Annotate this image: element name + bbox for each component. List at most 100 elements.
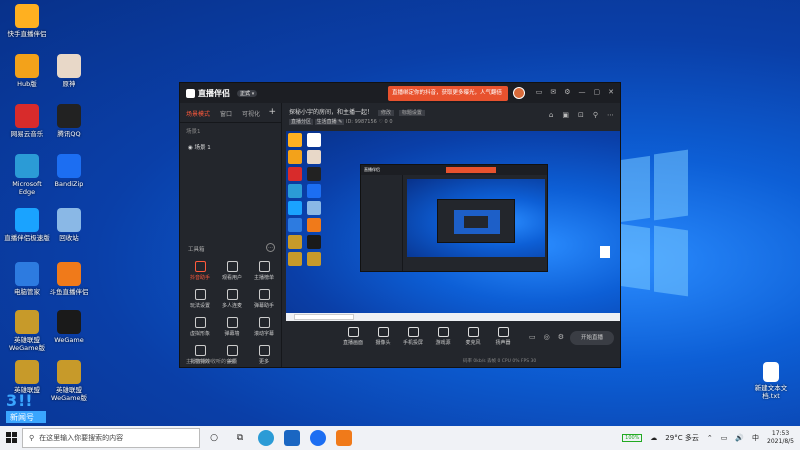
source-button[interactable]: 麦克风 — [463, 327, 483, 346]
live-settings-icon[interactable]: ⚙ — [558, 333, 564, 341]
task-view-icon[interactable]: ⧉ — [232, 430, 248, 446]
desktop-icon[interactable]: 直播伴侣极速版 — [4, 208, 50, 242]
home-icon[interactable]: ⌂ — [549, 111, 553, 119]
desktop-icon[interactable]: Microsoft Edge — [4, 154, 50, 196]
tool-label: 虚拟形象 — [189, 331, 210, 337]
desktop-icon[interactable]: 快手直播伴侣 — [4, 4, 50, 38]
desktop-icon[interactable]: 电脑管家 — [4, 262, 50, 296]
category-chip[interactable]: 直播分区 — [289, 119, 314, 125]
minimize-button[interactable]: — — [579, 88, 586, 96]
source-label: 直播画面 — [343, 340, 364, 346]
tab-scene[interactable]: 场景模式 — [186, 109, 210, 118]
clock[interactable]: 17:53 2021/8/5 — [767, 430, 794, 446]
screen-mode-icon[interactable]: ▭ — [529, 333, 536, 341]
source-button[interactable]: 游戏源 — [433, 327, 453, 346]
source-bar: 直播画面 摄像头 手机投屏 游戏源 麦克风 扬声器 ▭ ◎ ⚙ 开始直播 — [283, 323, 620, 359]
fans-count: ♡ 0 — [378, 119, 388, 125]
tool-item[interactable]: 弹幕墙 — [216, 317, 248, 337]
version-dropdown[interactable]: 正式 ▾ — [237, 89, 258, 97]
tool-item[interactable]: 观看用户 — [216, 261, 248, 281]
desktop-icon[interactable]: 斗鱼直播伴侣 — [46, 262, 92, 296]
app-taskbar-icon[interactable] — [310, 430, 326, 446]
tool-icon — [194, 289, 206, 300]
tray-chevron-icon[interactable]: ⌃ — [707, 434, 713, 442]
edit-title-button[interactable]: 修改 — [377, 110, 394, 116]
settings-icon[interactable]: ⚙ — [564, 88, 570, 96]
app-icon — [57, 310, 81, 334]
source-button[interactable]: 摄像头 — [373, 327, 393, 346]
preview-taskbar — [286, 313, 620, 321]
tool-item[interactable]: 抖音助手 — [184, 261, 216, 281]
desktop-icon[interactable]: 英雄联盟WeGame版 — [46, 360, 92, 402]
tool-item[interactable]: 更多 — [248, 345, 280, 365]
tool-item[interactable]: 滚动字幕 — [248, 317, 280, 337]
more-icon[interactable]: ⋯ — [607, 111, 614, 119]
app-icon — [15, 360, 39, 384]
preview-file-icon — [600, 246, 610, 258]
ime-indicator[interactable]: 中 — [752, 433, 759, 443]
live-companion-taskbar-icon[interactable] — [336, 430, 352, 446]
toolbox-more-icon[interactable]: … — [266, 243, 275, 252]
desktop-icon[interactable]: BandiZip — [46, 154, 92, 188]
layout-icon[interactable]: ▣ — [562, 111, 569, 119]
promo-banner[interactable]: 直播绑定你的抖音，获取更多曝光，人气翻倍 — [388, 86, 508, 101]
title-settings-button[interactable]: 标题设置 — [398, 110, 425, 116]
scene-item[interactable]: ◉ 场景 1 — [184, 141, 277, 153]
room-id: ID: 9987156 — [345, 119, 377, 125]
close-button[interactable]: ✕ — [608, 88, 614, 96]
desktop-icon[interactable]: 腾讯QQ — [46, 104, 92, 138]
camera-icon — [377, 327, 389, 337]
live-preview-canvas[interactable]: 直播伴侣 — [286, 131, 620, 321]
desktop-icon[interactable]: 原神 — [46, 54, 92, 88]
desktop-icon[interactable]: 网易云音乐 — [4, 104, 50, 138]
desktop-icon[interactable]: 英雄联盟 — [4, 360, 50, 394]
speaker-icon — [497, 327, 509, 337]
desktop-icon[interactable]: 回收站 — [46, 208, 92, 242]
tray-display-icon[interactable]: ▭ — [721, 434, 728, 442]
cortana-icon[interactable]: ○ — [206, 430, 222, 446]
weather-widget[interactable]: 29°C 多云 — [665, 433, 699, 443]
start-live-button[interactable]: 开始直播 — [570, 331, 614, 345]
desktop-file-text[interactable]: 新建文本文档.txt — [748, 362, 794, 400]
tool-item[interactable]: 主播榜单 — [248, 261, 280, 281]
search-icon[interactable]: ⚲ — [593, 111, 598, 119]
toolbox-header: 工具箱 — [188, 247, 205, 253]
capture-icon[interactable]: ⊡ — [578, 111, 584, 119]
toolbox-grid: 抖音助手 观看用户 主播榜单 玩法设置 多人连麦 弹幕助手 虚拟形象 弹幕墙 滚动字幕 礼物特效美… — [184, 261, 280, 365]
desktop-icon-label: Hub版 — [17, 80, 37, 88]
app-icon — [15, 154, 39, 178]
desktop-icon[interactable]: WeGame — [46, 310, 92, 344]
desktop-icon-label: 英雄联盟WeGame版 — [9, 336, 45, 352]
screen-icon[interactable]: ▭ — [536, 88, 543, 96]
record-icon[interactable]: ◎ — [544, 333, 550, 341]
message-icon[interactable]: ✉ — [550, 88, 556, 96]
volume-icon[interactable]: 🔊 — [735, 434, 744, 442]
source-button[interactable]: 手机投屏 — [403, 327, 423, 346]
tool-item[interactable]: 多人连麦 — [216, 289, 248, 309]
add-scene-button[interactable]: + — [268, 107, 276, 117]
battery-indicator[interactable]: 100% — [622, 434, 643, 442]
taskbar-search[interactable]: ⚲ 在这里输入你要搜索的内容 — [22, 428, 200, 448]
tray-network-icon[interactable]: ☁ — [650, 434, 657, 442]
desktop-icon-label: 腾讯QQ — [57, 130, 81, 138]
edge-taskbar-icon[interactable] — [258, 430, 274, 446]
maximize-button[interactable]: ▢ — [594, 88, 601, 96]
tool-icon — [226, 345, 238, 356]
tool-item[interactable]: 虚拟形象 — [184, 317, 216, 337]
desktop-icon[interactable]: Hub版 — [4, 54, 50, 88]
user-avatar[interactable] — [513, 87, 525, 99]
start-button[interactable] — [6, 432, 18, 444]
scene-capture-icon — [347, 327, 359, 337]
tool-item[interactable]: 弹幕助手 — [248, 289, 280, 309]
svg-text:!!: !! — [18, 391, 33, 410]
tab-visual[interactable]: 可视化 — [242, 109, 260, 118]
source-button[interactable]: 直播画面 — [343, 327, 363, 346]
desktop-icon-label: 回收站 — [59, 234, 79, 242]
desktop-icon[interactable]: 英雄联盟WeGame版 — [4, 310, 50, 352]
source-button[interactable]: 扬声器 — [493, 327, 513, 346]
live-title: 探秘小宇的房间，和主播一起！ — [289, 109, 374, 116]
tool-item[interactable]: 玩法设置 — [184, 289, 216, 309]
tab-window[interactable]: 窗口 — [220, 109, 232, 118]
subcategory-chip[interactable]: 生活直播 ✎ — [314, 119, 345, 125]
mail-taskbar-icon[interactable] — [284, 430, 300, 446]
